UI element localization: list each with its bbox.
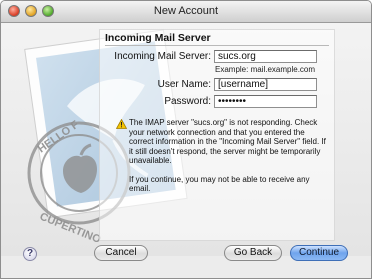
window-title: New Account — [153, 5, 219, 17]
username-label: User Name: — [157, 79, 211, 90]
warning-followup: If you continue, you may not be able to … — [129, 174, 310, 194]
help-button[interactable]: ? — [23, 247, 37, 261]
stamp-text-bottom: CUPERTINO — [38, 211, 103, 247]
continue-button[interactable]: Continue — [290, 245, 348, 261]
warning-triangle-icon — [116, 119, 127, 129]
warning-text: The IMAP server "sucs.org" is not respon… — [129, 118, 326, 165]
title-bar[interactable]: New Account — [1, 1, 371, 23]
section-divider — [105, 45, 329, 46]
cancel-button[interactable]: Cancel — [94, 245, 148, 261]
password-input[interactable] — [214, 95, 317, 108]
password-label: Password: — [164, 96, 211, 107]
username-input[interactable] — [214, 78, 317, 91]
new-account-window: New Account HELLO F CUPERTINO Incoming M… — [0, 0, 372, 279]
server-example-text: Example: mail.example.com — [215, 65, 316, 74]
section-heading: Incoming Mail Server — [105, 32, 211, 44]
warning-message: The IMAP server "sucs.org" is not respon… — [129, 118, 331, 194]
go-back-button[interactable]: Go Back — [224, 245, 282, 261]
incoming-server-label: Incoming Mail Server: — [114, 51, 211, 62]
incoming-server-input[interactable] — [214, 50, 317, 63]
